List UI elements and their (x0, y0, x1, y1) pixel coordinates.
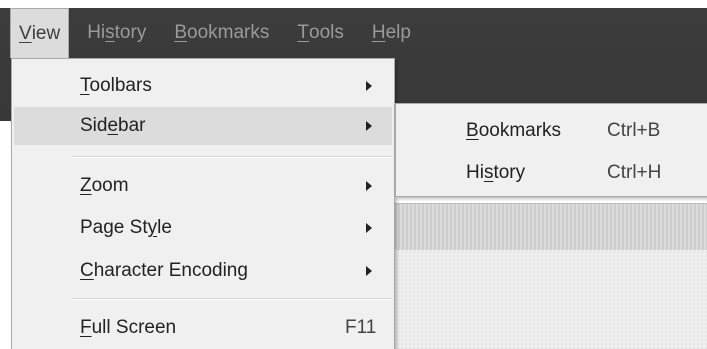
menu-item-full-screen-text: ull Screen (91, 317, 177, 338)
menu-item-full-screen-label: Full Screen (80, 317, 176, 339)
menu-bookmarks-label: ookmarks (187, 22, 270, 43)
menu-item-toolbars[interactable]: Toolbars (14, 67, 392, 105)
menu-item-sidebar-pre: Sid (80, 115, 108, 136)
menu-item-zoom[interactable]: Zoom (14, 167, 392, 205)
menu-item-sidebar[interactable]: Sidebar (14, 107, 392, 145)
menu-item-character-encoding-text: haracter Encoding (93, 260, 248, 281)
menu-item-character-encoding-label: Character Encoding (80, 260, 248, 282)
menu-item-page-style[interactable]: Page Style (14, 209, 392, 247)
menu-item-page-style-pre: Page St (80, 217, 148, 238)
menu-separator (72, 298, 392, 300)
submenu-item-history-label: History (466, 162, 525, 184)
menu-item-sidebar-label: Sidebar (80, 115, 146, 137)
menu-view[interactable]: View (10, 8, 70, 58)
menu-item-sidebar-text: bar (118, 115, 146, 136)
submenu-arrow-icon (366, 181, 372, 191)
menu-item-page-style-label: Page Style (80, 217, 172, 239)
menu-view-label: iew (31, 22, 61, 44)
menu-help[interactable]: Help (362, 8, 421, 58)
menu-help-access-key: H (371, 22, 386, 43)
menubar: View Hi s tory Bookmarks Tools Help (0, 8, 421, 58)
submenu-item-history[interactable]: History Ctrl+H (396, 154, 707, 192)
submenu-item-bookmarks-access-key: B (466, 120, 479, 141)
menu-item-full-screen[interactable]: Full Screen F11 (14, 309, 392, 347)
app-window: View Hi s tory Bookmarks Tools Help Toolba… (0, 0, 707, 349)
sidebar-submenu: Bookmarks Ctrl+B History Ctrl+H (395, 103, 707, 197)
menu-item-character-encoding-access-key: C (80, 260, 94, 281)
menu-bookmarks-access-key: B (174, 22, 188, 43)
menu-tools-access-key: T (297, 22, 309, 43)
menu-item-full-screen-access-key: F (80, 317, 92, 338)
menu-item-toolbars-text: oolbars (89, 75, 152, 96)
menu-item-sidebar-access-key: e (107, 115, 119, 136)
menu-item-toolbars-label: Toolbars (80, 75, 152, 97)
menu-help-label: elp (385, 22, 411, 43)
submenu-item-bookmarks-label: Bookmarks (466, 120, 561, 142)
menu-item-toolbars-access-key: T (80, 75, 90, 96)
menu-history-label-pre: Hi (87, 22, 106, 43)
menu-item-zoom-text: oom (91, 175, 129, 196)
menu-view-access-key: V (19, 22, 32, 44)
menu-item-page-style-access-key: y (147, 217, 158, 238)
menu-item-zoom-access-key: Z (80, 175, 92, 196)
menu-item-character-encoding[interactable]: Character Encoding (14, 252, 392, 290)
content-area (392, 250, 707, 349)
submenu-arrow-icon (366, 121, 372, 131)
menu-history[interactable]: Hi s tory (77, 8, 156, 58)
submenu-item-history-text: tory (493, 162, 526, 183)
menu-history-label: tory (114, 22, 147, 43)
menu-history-access-key: s (105, 22, 115, 43)
view-menu: Toolbars Sidebar Zoom Page Style Charact… (11, 58, 395, 349)
menu-tools-label: ools (309, 22, 344, 43)
menu-tools[interactable]: Tools (287, 8, 353, 58)
navigation-toolbar (392, 203, 707, 251)
menu-bookmarks[interactable]: Bookmarks (164, 8, 279, 58)
menu-separator (72, 156, 392, 158)
submenu-arrow-icon (366, 81, 372, 91)
submenu-item-bookmarks[interactable]: Bookmarks Ctrl+B (396, 112, 707, 150)
menu-item-full-screen-shortcut: F11 (345, 317, 377, 338)
menu-item-zoom-label: Zoom (80, 175, 129, 197)
submenu-arrow-icon (366, 223, 372, 233)
menu-item-page-style-text: le (157, 217, 172, 238)
submenu-item-bookmarks-shortcut: Ctrl+B (607, 120, 661, 141)
submenu-item-history-shortcut: Ctrl+H (607, 162, 662, 183)
submenu-item-bookmarks-text: ookmarks (478, 120, 562, 141)
submenu-item-history-pre: Hi (466, 162, 484, 183)
submenu-arrow-icon (366, 266, 372, 276)
